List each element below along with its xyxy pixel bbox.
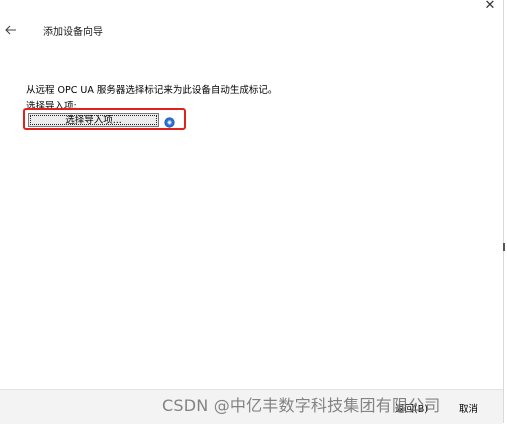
window-right-border <box>503 0 504 423</box>
close-icon[interactable]: ✕ <box>482 0 498 14</box>
select-import-items-button[interactable]: 选择导入项... <box>28 113 159 127</box>
resize-notch <box>503 243 505 251</box>
arrow-left-icon[interactable] <box>4 22 18 38</box>
add-device-wizard: ✕ 添加设备向导 从远程 OPC UA 服务器选择标记来为此设备自动生成标记。 … <box>0 0 507 424</box>
back-button-shortcut: (B) <box>414 404 428 415</box>
help-icon[interactable] <box>164 113 175 128</box>
select-import-items-label: 选择导入项... <box>65 114 122 126</box>
description-text: 从远程 OPC UA 服务器选择标记来为此设备自动生成标记。 <box>26 85 278 96</box>
back-button[interactable]: 返回(B) <box>395 403 428 417</box>
back-button-label: 返回 <box>395 404 415 415</box>
wizard-title: 添加设备向导 <box>43 27 103 38</box>
cancel-button[interactable]: 取消 <box>459 403 478 417</box>
